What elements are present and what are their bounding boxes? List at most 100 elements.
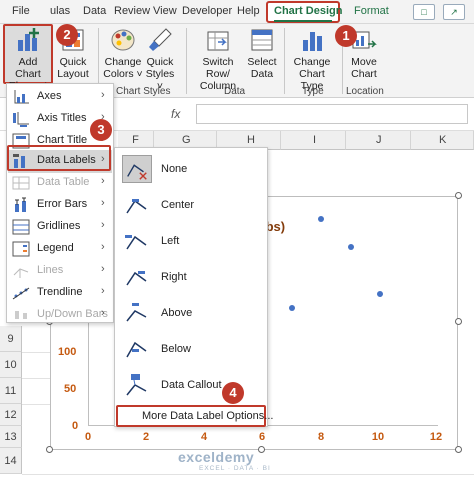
scatter-point[interactable] [376, 290, 383, 297]
data-label-none-icon [122, 155, 152, 183]
tab-data[interactable]: Data [83, 5, 106, 17]
quick-styles-button[interactable]: Quick Styles ˅ [142, 26, 178, 92]
tab-view[interactable]: View [153, 5, 177, 17]
switch-row-column-button[interactable]: Switch Row/ Column [190, 26, 246, 92]
quick-styles-label-1: Quick [146, 56, 174, 68]
step-badge-1: 1 [335, 25, 357, 47]
x-tick-label: 12 [429, 431, 443, 443]
menu-item-legend[interactable]: Legend › [8, 238, 112, 260]
menu-item-label: Legend [37, 242, 74, 254]
step-badge-4: 4 [222, 382, 244, 404]
submenu-item-above[interactable]: Above [119, 297, 265, 329]
chevron-right-icon: › [101, 175, 105, 187]
chart-resize-handle[interactable] [455, 318, 462, 325]
tab-developer[interactable]: Developer [182, 5, 232, 17]
submenu-item-label: Right [161, 271, 187, 283]
grid-line [22, 404, 50, 405]
column-header-j[interactable]: J [346, 131, 411, 150]
menu-item-data-table[interactable]: Data Table › [8, 172, 112, 194]
menu-item-trendline[interactable]: Trendline › [8, 282, 112, 304]
submenu-item-left[interactable]: Left [119, 225, 265, 257]
more-data-label-options-button[interactable]: More Data Label Options... [116, 405, 273, 427]
x-tick-label: 10 [371, 431, 385, 443]
menu-item-label: Gridlines [37, 220, 81, 232]
column-header-k[interactable]: K [411, 131, 474, 150]
submenu-item-label: Below [161, 343, 191, 355]
tab-formulas[interactable]: ulas [50, 5, 70, 17]
menu-item-label: Data Table [37, 176, 90, 188]
submenu-item-none[interactable]: None [119, 153, 265, 185]
chevron-right-icon: › [101, 285, 105, 297]
watermark-logo: exceldemy [178, 449, 255, 465]
row-header-12[interactable]: 12 [0, 404, 22, 426]
change-colors-button[interactable]: Change Colors ˅ [103, 26, 143, 80]
chevron-right-icon: › [101, 241, 105, 253]
comments-icon[interactable]: □ [413, 4, 435, 20]
select-data-button[interactable]: Select Data [247, 26, 277, 80]
chevron-right-icon: › [101, 197, 105, 209]
chart-resize-handle[interactable] [455, 192, 462, 199]
share-icon[interactable]: ↗ [443, 4, 465, 20]
submenu-item-below[interactable]: Below [119, 333, 265, 365]
menu-item-error-bars[interactable]: Error Bars › [8, 194, 112, 216]
function-icon[interactable]: fx [171, 107, 180, 121]
submenu-item-label: Data Callout [161, 379, 222, 391]
select-data-label-1: Select [247, 56, 277, 68]
formula-input[interactable] [196, 104, 468, 124]
data-labels-highlight [7, 145, 111, 171]
row-header-13[interactable]: 13 [0, 426, 22, 448]
scatter-point[interactable] [347, 243, 354, 250]
row-header-11[interactable]: 11 [0, 378, 22, 404]
menu-item-axes[interactable]: Axes › [8, 86, 112, 108]
change-chart-type-button[interactable]: Change Chart Type [287, 26, 337, 92]
x-tick-label: 6 [258, 431, 266, 443]
tab-chart-design[interactable]: Chart Design [274, 5, 342, 17]
tab-file[interactable]: File [12, 5, 30, 17]
data-table-icon [12, 176, 30, 190]
data-callout-icon [126, 374, 147, 396]
menu-item-label: Axes [37, 90, 62, 102]
group-label-type: Type [302, 86, 324, 97]
up-down-bars-icon [15, 311, 27, 319]
column-header-i[interactable]: I [281, 131, 346, 150]
chart-resize-handle[interactable] [46, 446, 53, 453]
tab-format[interactable]: Format [354, 5, 389, 17]
menu-item-up-down-bars[interactable]: Up/Down Bars › [8, 304, 112, 326]
quick-layout-label-1: Quick [59, 56, 87, 68]
chart-resize-handle[interactable] [455, 446, 462, 453]
menu-item-gridlines[interactable]: Gridlines › [8, 216, 112, 238]
ribbon-separator [284, 28, 285, 94]
ribbon-separator [186, 28, 187, 94]
switch-row-column-icon [207, 31, 229, 51]
grid-line [22, 352, 50, 353]
row-header-10[interactable]: 10 [0, 352, 22, 378]
grid-line [22, 474, 474, 475]
chart-resize-handle[interactable] [258, 446, 265, 453]
menu-item-lines[interactable]: Lines › [8, 260, 112, 282]
gridlines-icon [12, 219, 30, 235]
move-chart-label-2: Chart [351, 68, 377, 80]
x-tick-label: 8 [317, 431, 325, 443]
change-colors-label-1: Change [104, 56, 142, 68]
tab-review[interactable]: Review [114, 5, 150, 17]
x-tick-label: 4 [200, 431, 208, 443]
data-label-right-icon [126, 271, 147, 286]
quick-styles-label-2: Styles [145, 68, 175, 80]
row-header-14[interactable]: 14 [0, 448, 22, 474]
row-header-9[interactable]: 9 [0, 326, 22, 352]
submenu-item-label: Left [161, 235, 180, 247]
step-badge-3: 3 [90, 119, 112, 141]
menu-item-label: Up/Down Bars [37, 308, 108, 320]
menu-item-label: Axis Titles [37, 112, 87, 124]
trendline-icon [12, 287, 30, 300]
watermark-tagline: EXCEL · DATA · BI [199, 465, 271, 472]
data-label-center-icon [126, 199, 147, 214]
submenu-item-center[interactable]: Center [119, 189, 265, 221]
scatter-point[interactable] [289, 304, 296, 311]
submenu-item-right[interactable]: Right [119, 261, 265, 293]
axes-icon [14, 90, 29, 104]
axis-titles-icon [13, 112, 29, 127]
change-chart-type-label-1: Change [293, 56, 331, 68]
tab-help[interactable]: Help [237, 5, 260, 17]
x-tick-label: 2 [142, 431, 150, 443]
